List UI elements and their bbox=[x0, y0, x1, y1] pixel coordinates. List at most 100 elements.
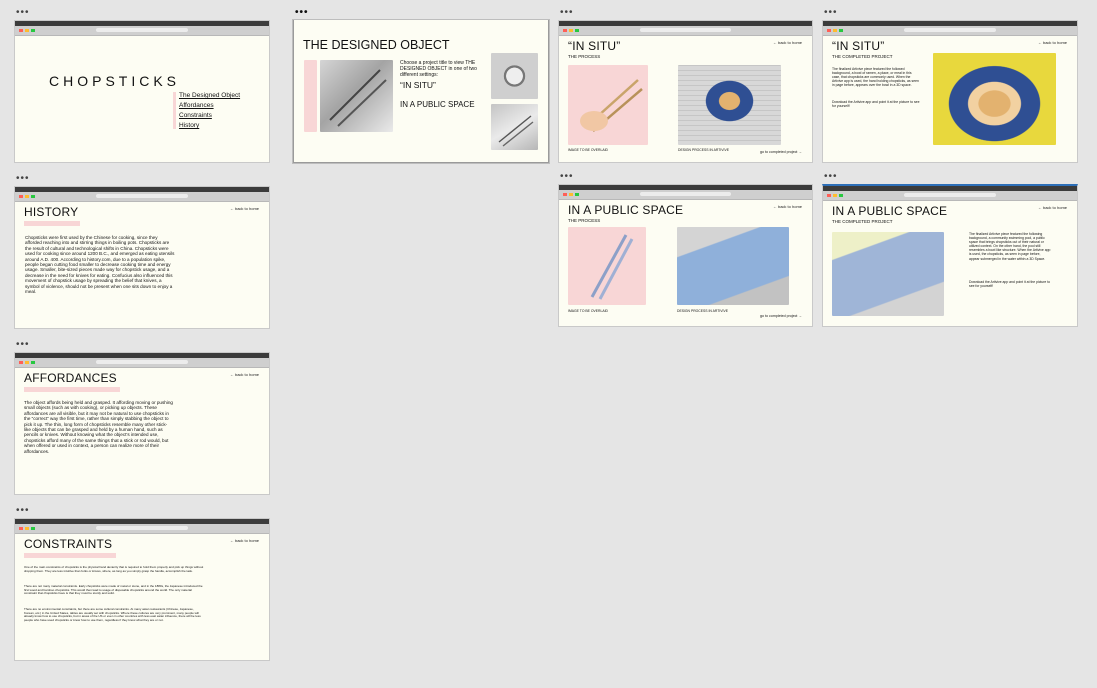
address-bar[interactable] bbox=[904, 193, 996, 197]
frame-options-icon[interactable]: ••• bbox=[824, 8, 838, 18]
chopsticks-icon bbox=[498, 115, 534, 147]
constraints-paragraph-1: One of the main constraints of chopstick… bbox=[24, 565, 204, 573]
chopsticks-table-thumbnail[interactable] bbox=[491, 104, 538, 150]
page-subtitle: THE PROCESS bbox=[568, 218, 601, 223]
frame-options-icon[interactable]: ••• bbox=[560, 172, 574, 182]
project-description: The finalized Artivive piece featured th… bbox=[832, 67, 919, 88]
affordances-text: The object affords being held and graspe… bbox=[24, 400, 173, 454]
artivive-process-image bbox=[678, 65, 781, 145]
frame-home[interactable]: ••• CHOPSTICKS The Designed Object Affor… bbox=[14, 8, 270, 163]
window-controls-icon[interactable] bbox=[827, 194, 843, 197]
back-to-home-link[interactable]: ← back to home bbox=[773, 204, 802, 209]
option-public-space-link[interactable]: IN A PUBLIC SPACE bbox=[400, 100, 475, 109]
window-controls-icon[interactable] bbox=[563, 29, 579, 32]
frame-in-situ-process[interactable]: ••• ← back to home “IN SITU” THE PROCESS… bbox=[558, 8, 813, 163]
address-bar[interactable] bbox=[96, 28, 188, 32]
intro-text: Choose a project title to view THE DESIG… bbox=[400, 60, 477, 78]
back-to-home-link[interactable]: ← back to home bbox=[1038, 205, 1067, 210]
page-title: CONSTRAINTS bbox=[24, 537, 113, 551]
nav-constraints[interactable]: Constraints bbox=[179, 112, 240, 119]
frame-in-situ-completed[interactable]: ••• ← back to home “IN SITU” THE COMPLET… bbox=[822, 8, 1078, 163]
address-bar[interactable] bbox=[96, 194, 188, 198]
chopsticks-icon bbox=[590, 234, 634, 300]
site-title: CHOPSTICKS bbox=[49, 73, 181, 89]
constraints-paragraph-2: There are not many material constraints.… bbox=[24, 584, 203, 596]
title-highlight bbox=[24, 387, 120, 392]
browser-screen: ← back to home “IN SITU” THE COMPLETED P… bbox=[822, 20, 1078, 163]
back-to-home-link[interactable]: ← back to home bbox=[230, 206, 259, 211]
project-description: The finalized Artivive piece featured th… bbox=[969, 232, 1051, 261]
browser-toolbar bbox=[823, 26, 1077, 36]
chopsticks-bowl-thumbnail[interactable] bbox=[491, 53, 538, 99]
browser-screen: ← back to home CONSTRAINTS One of the ma… bbox=[14, 518, 270, 661]
pool-process-image bbox=[677, 227, 789, 305]
page-title: AFFORDANCES bbox=[24, 371, 117, 385]
option-in-situ-link[interactable]: “IN SITU” bbox=[400, 80, 436, 90]
frame-options-icon[interactable]: ••• bbox=[16, 340, 30, 350]
back-to-home-link[interactable]: ← back to home bbox=[1038, 40, 1067, 45]
page-subtitle: THE COMPLETED PROJECT bbox=[832, 219, 893, 224]
title-highlight bbox=[24, 553, 116, 558]
back-to-home-link[interactable]: ← back to home bbox=[230, 372, 259, 377]
browser-screen: ← back to home HISTORY Chopsticks were f… bbox=[14, 186, 270, 329]
frame-constraints[interactable]: ••• ← back to home CONSTRAINTS One of th… bbox=[14, 506, 270, 661]
frame-public-space-process[interactable]: ••• ← back to home IN A PUBLIC SPACE THE… bbox=[558, 172, 813, 327]
frame-affordances[interactable]: ••• ← back to home AFFORDANCES The objec… bbox=[14, 340, 270, 495]
completed-project-link[interactable]: go to completed project → bbox=[760, 150, 802, 154]
window-controls-icon[interactable] bbox=[19, 361, 35, 364]
download-instructions: Download the Artivive app and point it a… bbox=[969, 280, 1051, 289]
caption-image-overlaid: IMAGE TO BE OVERLAID bbox=[568, 148, 609, 152]
caption-image-overlaid: IMAGE TO BE OVERLAID bbox=[568, 309, 609, 313]
page-title: THE DESIGNED OBJECT bbox=[303, 38, 450, 52]
completed-project-link[interactable]: go to completed project → bbox=[760, 314, 802, 318]
page-subtitle: THE PROCESS bbox=[568, 54, 601, 59]
frame-options-icon[interactable]: ••• bbox=[16, 8, 30, 18]
address-bar[interactable] bbox=[639, 192, 732, 196]
browser-screen: ← back to home AFFORDANCES The object af… bbox=[14, 352, 270, 495]
chopsticks-overlay-image bbox=[568, 227, 646, 305]
pool-artwork bbox=[832, 232, 944, 316]
home-nav: The Designed Object Affordances Constrai… bbox=[173, 92, 240, 129]
hand-overlay-image bbox=[568, 65, 648, 145]
frame-history[interactable]: ••• ← back to home HISTORY Chopsticks we… bbox=[14, 174, 270, 329]
page-title: IN A PUBLIC SPACE bbox=[832, 204, 948, 218]
page-title: HISTORY bbox=[24, 205, 79, 219]
frame-public-space-completed[interactable]: ••• ← back to home IN A PUBLIC SPACE THE… bbox=[822, 172, 1078, 327]
frame-options-icon[interactable]: ••• bbox=[295, 8, 309, 18]
browser-screen: CHOPSTICKS The Designed Object Affordanc… bbox=[14, 20, 270, 163]
back-to-home-link[interactable]: ← back to home bbox=[230, 538, 259, 543]
frame-options-icon[interactable]: ••• bbox=[560, 8, 574, 18]
caption-design-process: DESIGN PROCESS IN ARTIVIVE bbox=[678, 148, 729, 152]
back-to-home-link[interactable]: ← back to home bbox=[773, 40, 802, 45]
browser-toolbar bbox=[15, 358, 269, 368]
browser-toolbar bbox=[823, 191, 1077, 201]
address-bar[interactable] bbox=[96, 526, 188, 530]
caption-design-process: DESIGN PROCESS IN ARTIVIVE bbox=[677, 309, 728, 313]
window-controls-icon[interactable] bbox=[19, 195, 35, 198]
browser-toolbar bbox=[15, 192, 269, 202]
pink-accent-bar bbox=[304, 60, 317, 132]
address-bar[interactable] bbox=[904, 28, 996, 32]
window-controls-icon[interactable] bbox=[19, 527, 35, 530]
nav-designed-object[interactable]: The Designed Object bbox=[179, 92, 240, 99]
frame-designed-object[interactable]: ••• THE DESIGNED OBJECT Choose a project… bbox=[293, 8, 549, 163]
nav-affordances[interactable]: Affordances bbox=[179, 102, 240, 109]
chopsticks-icon bbox=[329, 69, 387, 127]
browser-screen: ← back to home IN A PUBLIC SPACE THE PRO… bbox=[558, 184, 813, 327]
frame-options-icon[interactable]: ••• bbox=[16, 174, 30, 184]
window-controls-icon[interactable] bbox=[19, 29, 35, 32]
frame-options-icon[interactable]: ••• bbox=[824, 172, 838, 182]
browser-screen: ← back to home IN A PUBLIC SPACE THE COM… bbox=[822, 184, 1078, 327]
window-controls-icon[interactable] bbox=[563, 193, 579, 196]
browser-screen: ← back to home “IN SITU” THE PROCESS IMA… bbox=[558, 20, 813, 163]
constraints-paragraph-3: There are no environmental constraints, … bbox=[24, 607, 201, 623]
page-title: IN A PUBLIC SPACE bbox=[568, 203, 684, 217]
address-bar[interactable] bbox=[639, 28, 732, 32]
address-bar[interactable] bbox=[96, 360, 188, 364]
frame-options-icon[interactable]: ••• bbox=[16, 506, 30, 516]
title-highlight bbox=[24, 221, 80, 226]
browser-toolbar bbox=[559, 190, 812, 200]
window-controls-icon[interactable] bbox=[827, 29, 843, 32]
nav-history[interactable]: History bbox=[179, 122, 240, 129]
hand-chopsticks-photo bbox=[320, 60, 393, 132]
